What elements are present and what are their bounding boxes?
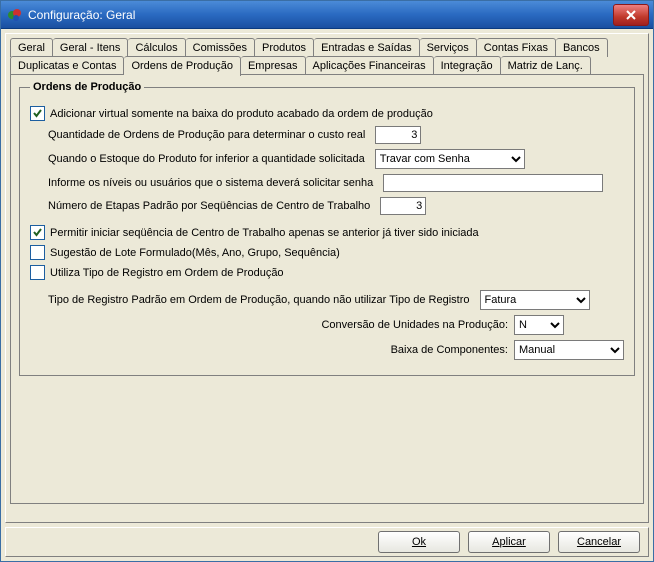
row-qtd: Quantidade de Ordens de Produção para de… [30, 126, 624, 144]
chk-add-virtual[interactable] [30, 106, 45, 121]
titlebar: Configuração: Geral [1, 1, 653, 29]
client-area: Geral Geral - Itens Cálculos Comissões P… [1, 29, 653, 561]
sel-conv[interactable]: N [514, 315, 564, 335]
tab-duplicatas[interactable]: Duplicatas e Contas [10, 56, 124, 75]
lbl-niveis: Informe os níveis ou usuários que o sist… [48, 177, 373, 189]
row-baixa: Baixa de Componentes: Manual [30, 340, 624, 360]
tab-ordens[interactable]: Ordens de Produção [124, 56, 241, 76]
chk-sugestao[interactable] [30, 245, 45, 260]
input-qtd[interactable] [375, 126, 421, 144]
tab-calculos[interactable]: Cálculos [128, 38, 185, 57]
close-button[interactable] [613, 4, 649, 26]
lbl-baixa: Baixa de Componentes: [391, 344, 508, 356]
row-etapas: Número de Etapas Padrão por Seqüências d… [30, 197, 624, 215]
tab-servicos[interactable]: Serviços [420, 38, 477, 57]
group-legend: Ordens de Produção [30, 81, 144, 93]
group-ordens: Ordens de Produção Adicionar virtual som… [19, 81, 635, 376]
close-icon [626, 10, 636, 20]
tabs-row-2: Duplicatas e Contas Ordens de Produção E… [10, 56, 591, 75]
lbl-add-virtual: Adicionar virtual somente na baixa do pr… [50, 108, 433, 120]
button-bar: Ok Aplicar Cancelar [5, 527, 649, 557]
row-tipo: Tipo de Registro Padrão em Ordem de Prod… [30, 290, 624, 310]
row-conv: Conversão de Unidades na Produção: N [30, 315, 624, 335]
lbl-utiliza: Utiliza Tipo de Registro em Ordem de Pro… [50, 267, 284, 279]
outer-panel: Geral Geral - Itens Cálculos Comissões P… [5, 33, 649, 523]
window-title: Configuração: Geral [28, 8, 613, 22]
tab-entradas[interactable]: Entradas e Saídas [314, 38, 420, 57]
row-permit: Permitir iniciar seqüência de Centro de … [30, 225, 624, 240]
row-utiliza: Utiliza Tipo de Registro em Ordem de Pro… [30, 265, 624, 280]
lbl-etapas: Número de Etapas Padrão por Seqüências d… [48, 200, 370, 212]
cancel-button[interactable]: Cancelar [558, 531, 640, 553]
tab-geral[interactable]: Geral [10, 38, 53, 57]
config-window: Configuração: Geral Geral Geral - Itens … [0, 0, 654, 562]
tabs-row-1: Geral Geral - Itens Cálculos Comissões P… [10, 38, 608, 57]
check-icon [32, 227, 43, 238]
chk-permit[interactable] [30, 225, 45, 240]
apply-button[interactable]: Aplicar [468, 531, 550, 553]
ok-button[interactable]: Ok [378, 531, 460, 553]
tab-matriz[interactable]: Matriz de Lanç. [501, 56, 591, 75]
sel-baixa[interactable]: Manual [514, 340, 624, 360]
chk-utiliza[interactable] [30, 265, 45, 280]
lbl-qtd: Quantidade de Ordens de Produção para de… [48, 129, 365, 141]
tab-contas-fixas[interactable]: Contas Fixas [477, 38, 556, 57]
app-icon [7, 7, 23, 23]
check-icon [32, 108, 43, 119]
tab-body: Ordens de Produção Adicionar virtual som… [10, 74, 644, 504]
input-niveis[interactable] [383, 174, 603, 192]
tab-empresas[interactable]: Empresas [241, 56, 306, 75]
tab-strip: Geral Geral - Itens Cálculos Comissões P… [10, 38, 644, 75]
row-sugestao: Sugestão de Lote Formulado(Mês, Ano, Gru… [30, 245, 624, 260]
row-niveis: Informe os níveis ou usuários que o sist… [30, 174, 624, 192]
tab-integracao[interactable]: Integração [434, 56, 501, 75]
row-estoque: Quando o Estoque do Produto for inferior… [30, 149, 624, 169]
lbl-sugestao: Sugestão de Lote Formulado(Mês, Ano, Gru… [50, 247, 340, 259]
tab-bancos[interactable]: Bancos [556, 38, 608, 57]
lbl-permit: Permitir iniciar seqüência de Centro de … [50, 227, 479, 239]
lbl-conv: Conversão de Unidades na Produção: [321, 319, 508, 331]
tab-comissoes[interactable]: Comissões [186, 38, 255, 57]
sel-tipo[interactable]: Fatura [480, 290, 590, 310]
row-add-virtual: Adicionar virtual somente na baixa do pr… [30, 106, 624, 121]
lbl-estoque: Quando o Estoque do Produto for inferior… [48, 153, 365, 165]
lbl-tipo: Tipo de Registro Padrão em Ordem de Prod… [48, 294, 470, 306]
tab-produtos[interactable]: Produtos [255, 38, 314, 57]
sel-estoque[interactable]: Travar com Senha [375, 149, 525, 169]
tab-geral-itens[interactable]: Geral - Itens [53, 38, 129, 57]
tab-aplicacoes[interactable]: Aplicações Financeiras [306, 56, 434, 75]
input-etapas[interactable] [380, 197, 426, 215]
